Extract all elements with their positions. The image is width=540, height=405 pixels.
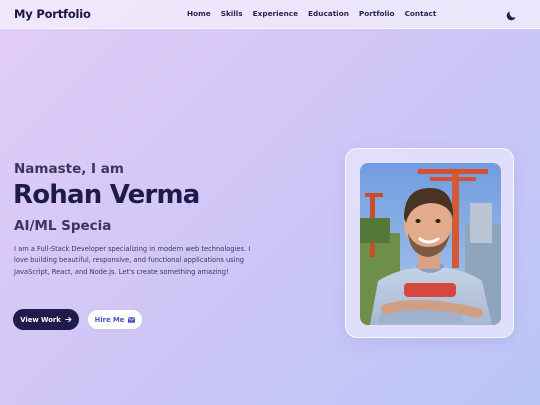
nav-link-contact[interactable]: Contact xyxy=(405,9,437,18)
profile-photo-card xyxy=(345,148,514,338)
navbar: My Portfolio Home Skills Experience Educ… xyxy=(0,0,540,29)
view-work-button[interactable]: View Work xyxy=(13,309,79,330)
hero-role: AI/ML Specia xyxy=(14,218,112,234)
hero-greeting: Namaste, I am xyxy=(14,161,124,177)
nav-link-experience[interactable]: Experience xyxy=(253,9,298,18)
view-work-label: View Work xyxy=(20,315,61,324)
arrow-right-icon xyxy=(64,316,72,323)
hire-me-label: Hire Me xyxy=(94,315,125,324)
moon-icon[interactable] xyxy=(505,9,517,21)
nav-links: Home Skills Experience Education Portfol… xyxy=(187,9,446,18)
hero-name: Rohan Verma xyxy=(13,180,200,210)
profile-photo xyxy=(360,163,501,325)
nav-link-education[interactable]: Education xyxy=(308,9,349,18)
envelope-icon xyxy=(128,316,136,323)
nav-link-portfolio[interactable]: Portfolio xyxy=(359,9,395,18)
nav-link-skills[interactable]: Skills xyxy=(221,9,243,18)
nav-link-home[interactable]: Home xyxy=(187,9,211,18)
hero-description: I am a Full-Stack Developer specializing… xyxy=(14,245,251,276)
brand-logo[interactable]: My Portfolio xyxy=(14,7,91,21)
hire-me-button[interactable]: Hire Me xyxy=(87,309,143,330)
